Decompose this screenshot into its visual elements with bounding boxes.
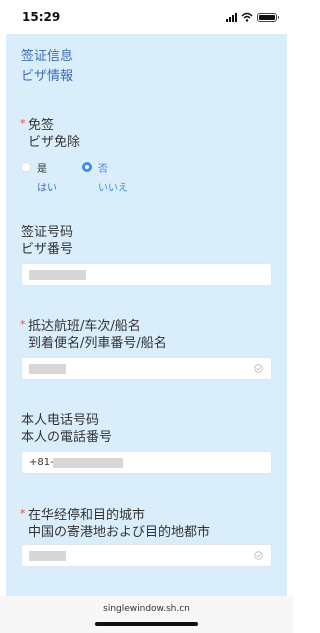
section-title-jp: ビザ情報 [21,69,74,84]
cellular-signal-icon [226,12,237,22]
required-mark: * [20,117,26,130]
required-mark: * [20,318,26,331]
radio-yes-circle[interactable] [21,162,31,172]
stopover-city-select[interactable] [21,544,272,567]
visa-number-label-jp: ビザ番号 [21,242,74,257]
radio-no-label-jp[interactable]: いいえ [98,179,128,194]
radio-no-circle[interactable] [82,162,92,172]
url-bar[interactable]: singlewindow.sh.cn [0,604,293,614]
browser-bottom-bar: singlewindow.sh.cn [0,596,293,633]
arrival-flight-label-jp: 到着便名/列車番号/船名 [28,336,167,351]
arrival-flight-select[interactable] [21,357,272,380]
stopover-city-label-jp: 中国の寄港地および目的地都市 [28,525,211,540]
home-indicator[interactable] [95,622,198,626]
radio-yes-label-jp[interactable]: はい [37,179,57,194]
status-bar: 15:29 [0,0,293,34]
visa-info-form: 签证信息 ビザ情報 * 免签 ビザ免除 是 はい 否 いいえ 签证号码 ビザ番号… [6,34,287,596]
phone-input[interactable]: +81- [21,451,272,474]
radio-yes-label-cn[interactable]: 是 [37,160,47,175]
phone-label-jp: 本人の電話番号 [21,430,113,445]
status-time: 15:29 [22,10,61,24]
check-circle-icon [254,364,263,373]
visa-number-input[interactable] [21,263,272,286]
section-title-cn: 签证信息 [21,49,74,64]
redacted-value [29,551,66,561]
status-icons [226,11,279,23]
redacted-value [29,364,66,374]
battery-level [259,14,275,20]
redacted-value [53,458,123,468]
phone-prefix: +81- [29,457,54,468]
radio-no-label-cn[interactable]: 否 [98,160,108,175]
battery-icon [257,12,279,22]
visa-exempt-label-jp: ビザ免除 [28,135,81,150]
required-mark: * [20,507,26,520]
redacted-value [29,270,86,280]
check-circle-icon [254,551,263,560]
wifi-icon [241,12,253,22]
